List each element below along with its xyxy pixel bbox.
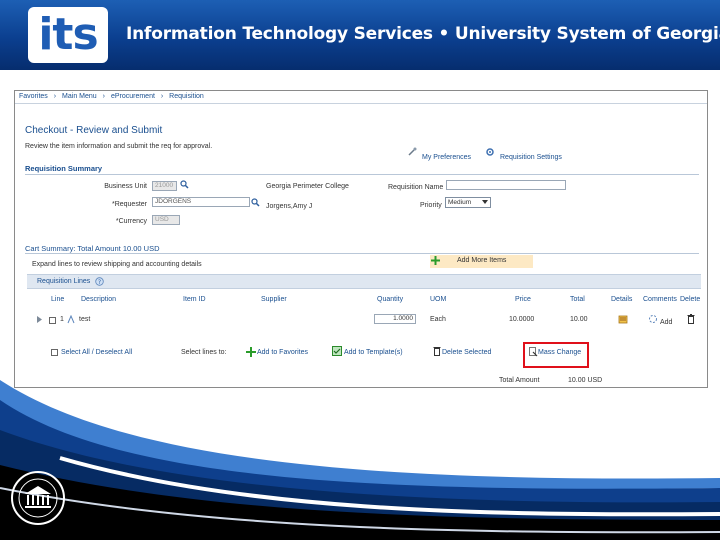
requisition-name-label: Requisition Name [388, 184, 444, 191]
cart-summary-title: Cart Summary: Total Amount 10.00 USD [25, 244, 160, 253]
search-icon[interactable] [180, 180, 189, 189]
column-header-quantity[interactable]: Quantity [377, 296, 403, 303]
breadcrumb-eprocurement[interactable]: eProcurement [111, 93, 155, 100]
mass-change-icon [529, 347, 538, 357]
my-preferences-link[interactable]: My Preferences [422, 154, 471, 161]
breadcrumb-requisition[interactable]: Requisition [169, 93, 204, 100]
add-more-items-button[interactable]: Add More Items [430, 255, 533, 268]
column-header-price[interactable]: Price [515, 296, 531, 303]
add-comment-link[interactable]: Add [660, 319, 672, 326]
chevron-down-icon [482, 200, 488, 204]
quantity-field[interactable]: 1.0000 [374, 314, 416, 324]
favorites-icon [246, 347, 256, 357]
page-title: Checkout - Review and Submit [25, 125, 163, 136]
select-all-link[interactable]: Select All / Deselect All [61, 349, 132, 356]
line-price: 10.0000 [509, 316, 535, 323]
total-amount-value: 10.00 USD [568, 377, 603, 384]
requisition-settings-link[interactable]: Requisition Settings [500, 154, 562, 161]
column-header-line[interactable]: Line [51, 296, 64, 303]
column-header-uom[interactable]: UOM [430, 296, 446, 303]
bottom-swoosh [0, 380, 720, 540]
preferences-icon [408, 147, 417, 156]
business-unit-description: Georgia Perimeter College [266, 183, 349, 190]
select-lines-label: Select lines to: [181, 349, 227, 356]
line-total: 10.00 [570, 316, 588, 323]
page-instructions: Review the item information and submit t… [25, 143, 213, 150]
help-icon[interactable]: ? [95, 277, 104, 286]
breadcrumb-main-menu[interactable]: Main Menu [62, 93, 97, 100]
column-header-comments: Comments [643, 296, 677, 303]
search-icon[interactable] [251, 198, 260, 207]
slide: its Information Technology Services • Un… [0, 0, 720, 540]
delete-selected-link[interactable]: Delete Selected [442, 349, 491, 356]
line-checkbox[interactable] [49, 317, 56, 324]
breadcrumb-separator: › [53, 93, 57, 100]
column-header-description[interactable]: Description [81, 296, 116, 303]
mass-change-link[interactable]: Mass Change [538, 349, 581, 356]
line-description-link[interactable]: test [79, 316, 90, 323]
requisition-name-field[interactable] [446, 180, 566, 190]
add-to-templates-link[interactable]: Add to Template(s) [344, 349, 403, 356]
breadcrumb: Favorites › Main Menu › eProcurement › R… [19, 93, 204, 100]
column-header-details: Details [611, 296, 633, 303]
business-unit-field[interactable]: 21000 [152, 181, 177, 191]
total-amount-label: Total Amount [499, 377, 540, 384]
its-logo: its [28, 7, 108, 63]
item-type-icon [67, 315, 75, 324]
select-all-checkbox[interactable] [51, 349, 58, 356]
add-items-icon [431, 256, 440, 265]
business-unit-label: Business Unit [104, 183, 147, 190]
requisition-screenshot: Favorites › Main Menu › eProcurement › R… [14, 90, 708, 388]
breadcrumb-separator: › [102, 93, 105, 100]
trash-icon[interactable] [687, 314, 695, 324]
requisition-summary-title: Requisition Summary [25, 164, 103, 173]
requester-description: Jorgens,Amy J [266, 203, 313, 210]
line-uom: Each [430, 316, 446, 323]
requisition-lines-title: Requisition Lines [37, 278, 91, 285]
column-header-total[interactable]: Total [570, 296, 585, 303]
expand-lines-text: Expand lines to review shipping and acco… [32, 261, 202, 268]
svg-text:?: ? [98, 279, 101, 286]
requester-field[interactable]: JDORGENS [152, 197, 250, 207]
banner-title: Information Technology Services • Univer… [126, 24, 720, 44]
requisition-lines-header: Requisition Lines ? [27, 274, 701, 289]
delete-icon [433, 347, 441, 356]
breadcrumb-favorites[interactable]: Favorites [19, 93, 48, 100]
priority-value: Medium [448, 199, 472, 206]
university-seal-icon [11, 471, 65, 525]
expand-arrow-icon[interactable] [37, 316, 43, 323]
header-banner: its Information Technology Services • Un… [0, 0, 720, 70]
currency-label: *Currency [115, 218, 147, 225]
comments-icon[interactable] [648, 314, 658, 324]
add-more-items-label: Add More Items [457, 257, 507, 264]
template-icon [332, 346, 342, 356]
currency-field[interactable]: USD [152, 215, 180, 225]
cart-divider [25, 253, 699, 254]
details-icon[interactable] [618, 315, 628, 324]
priority-select[interactable]: Medium [445, 197, 491, 208]
priority-label: Priority [420, 202, 442, 209]
column-header-supplier[interactable]: Supplier [261, 296, 287, 303]
column-header-item-id[interactable]: Item ID [183, 296, 206, 303]
breadcrumb-divider [15, 103, 707, 104]
column-header-delete: Delete [680, 296, 701, 303]
settings-icon [486, 148, 494, 156]
breadcrumb-separator: › [160, 93, 164, 100]
requester-label: *Requester [111, 201, 147, 208]
add-to-favorites-link[interactable]: Add to Favorites [257, 349, 308, 356]
its-logo-text: its [38, 9, 98, 60]
summary-divider [25, 174, 699, 175]
line-number: 1 [60, 316, 64, 323]
